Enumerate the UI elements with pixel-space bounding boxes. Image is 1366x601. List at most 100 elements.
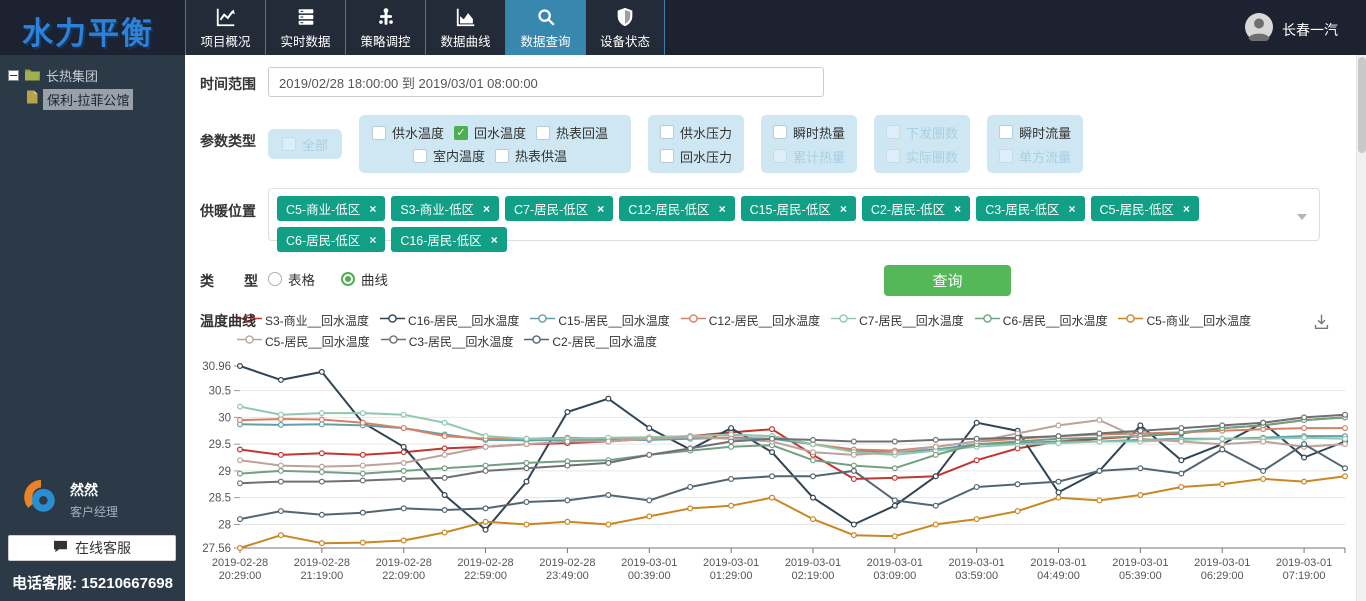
tree-collapse-icon[interactable] [8,70,19,81]
tree-root-label[interactable]: 长热集团 [46,66,98,85]
close-icon[interactable]: × [369,203,376,215]
checkbox-供水压力[interactable]: 供水压力 [660,123,732,142]
location-tag[interactable]: C2-居民-低区× [862,196,970,221]
checkbox-瞬时流量[interactable]: 瞬时流量 [999,123,1071,142]
tree-root-row[interactable]: 长热集团 [8,65,177,85]
svg-text:2019-03-01: 2019-03-01 [703,557,759,569]
nav-tab-2[interactable]: 实时数据 [265,0,345,55]
checkbox-label: 热表供温 [515,146,567,165]
svg-text:30.5: 30.5 [209,386,231,398]
tree-child-row[interactable]: 保利-拉菲公馆 [26,89,177,110]
close-icon[interactable]: × [954,203,961,215]
legend-item[interactable]: C15-居民__回水温度 [530,311,669,329]
close-icon[interactable]: × [1183,203,1190,215]
time-range-input[interactable] [268,67,824,97]
legend-item[interactable]: C16-居民__回水温度 [380,311,519,329]
location-tag-label: S3-商业-低区 [400,199,474,218]
legend-item[interactable]: C5-商业__回水温度 [1118,311,1251,329]
location-tag[interactable]: C6-居民-低区× [277,227,385,252]
checkbox-单方流量: 单方流量 [999,147,1071,166]
checkbox-瞬时热量[interactable]: 瞬时热量 [773,123,845,142]
location-tag[interactable]: C15-居民-低区× [741,196,856,221]
svg-text:2019-03-01: 2019-03-01 [1030,557,1086,569]
chart-section: 温度曲线 S3-商业__回水温度C16-居民__回水温度C15-居民__回水温度… [185,307,1356,601]
query-button[interactable]: 查询 [884,265,1011,296]
location-tag-label: C5-商业-低区 [286,199,360,218]
checkbox-icon[interactable] [773,125,787,139]
nav-tab-5[interactable]: 数据查询 [505,0,585,55]
location-tag-label: C12-居民-低区 [628,199,709,218]
checkbox-icon[interactable] [536,126,550,140]
checkbox-icon[interactable] [999,125,1013,139]
checkbox-供水温度[interactable]: 供水温度 [372,123,454,142]
checkbox-icon[interactable] [495,149,509,163]
location-tag[interactable]: C3-居民-低区 × [976,196,1084,221]
svg-text:20:29:00: 20:29:00 [219,570,262,582]
support-role: 客户经理 [70,503,118,520]
checkbox-icon[interactable] [372,126,386,140]
location-tag[interactable]: C12-居民-低区 × [619,196,734,221]
radio-selected-icon[interactable] [341,272,355,286]
online-service-button[interactable]: 在线客服 [8,535,176,561]
close-icon[interactable]: × [483,203,490,215]
checkbox-icon[interactable] [413,149,427,163]
search-icon [535,5,557,29]
radio-表格[interactable]: 表格 [268,269,315,289]
legend-item[interactable]: C12-居民__回水温度 [681,311,820,329]
legend-item[interactable]: C2-居民__回水温度 [524,332,657,350]
legend-item[interactable]: S3-商业__回水温度 [237,311,369,329]
legend-item[interactable]: C6-居民__回水温度 [975,311,1108,329]
support-logo-icon [22,478,60,521]
legend-label: C5-商业__回水温度 [1146,312,1251,329]
legend-marker-icon [524,332,549,350]
close-icon[interactable]: × [597,203,604,215]
close-icon[interactable]: × [840,203,847,215]
nav-tab-6[interactable]: 设备状态 [585,0,665,55]
nav-tab-3[interactable]: 策略调控 [345,0,425,55]
legend-item[interactable]: C5-居民__回水温度 [237,332,370,350]
svg-text:2019-02-28: 2019-02-28 [212,557,268,569]
location-tag[interactable]: C16-居民-低区× [391,227,506,252]
location-tag-label: C3-居民-低区 [985,199,1059,218]
close-icon[interactable]: × [1069,203,1076,215]
nav-tab-label: 策略调控 [360,31,410,50]
location-tag[interactable]: C5-居民-低区× [1091,196,1199,221]
checkbox-热表供温[interactable]: 热表供温 [495,146,577,165]
svg-text:00:39:00: 00:39:00 [628,570,671,582]
checkbox-室内温度[interactable]: 室内温度 [413,146,495,165]
svg-text:06:29:00: 06:29:00 [1201,570,1244,582]
chat-bubble-icon [53,540,68,556]
checkbox-热表回温[interactable]: 热表回温 [536,123,618,142]
user-area[interactable]: 长春一汽 [1245,13,1338,46]
checkbox-累计热量: 累计热量 [773,147,845,166]
scrollbar-thumb[interactable] [1358,57,1366,153]
legend-item[interactable]: C3-居民__回水温度 [381,332,514,350]
svg-text:05:39:00: 05:39:00 [1119,570,1162,582]
close-icon[interactable]: × [369,234,376,246]
checkbox-checked-icon[interactable]: ✓ [454,126,468,140]
close-icon[interactable]: × [491,234,498,246]
location-tag[interactable]: C5-商业-低区 × [277,196,385,221]
nav-tab-1[interactable]: 项目概况 [185,0,265,55]
download-icon[interactable] [1313,313,1330,335]
radio-曲线[interactable]: 曲线 [341,269,388,289]
page-scrollbar[interactable] [1356,55,1366,601]
location-tag[interactable]: S3-商业-低区 × [391,196,499,221]
location-label: 供暖位置 [200,201,256,221]
checkbox-回水温度[interactable]: ✓回水温度 [454,123,536,142]
view-type-options: 表格 曲线 [268,269,388,289]
radio-icon[interactable] [268,272,282,286]
close-icon[interactable]: × [719,203,726,215]
radio-label: 曲线 [361,269,388,289]
checkbox-icon[interactable] [660,125,674,139]
legend-marker-icon [681,311,706,329]
nav-tab-4[interactable]: 数据曲线 [425,0,505,55]
checkbox-icon[interactable] [660,149,674,163]
chevron-down-icon[interactable] [1297,214,1307,220]
checkbox-回水压力[interactable]: 回水压力 [660,147,732,166]
location-tag[interactable]: C7-居民-低区× [505,196,613,221]
legend-item[interactable]: C7-居民__回水温度 [831,311,964,329]
tree-child-label[interactable]: 保利-拉菲公馆 [43,89,133,110]
temperature-line-chart[interactable]: 30.9630.53029.52928.52827.562019-02-2820… [185,350,1356,601]
location-multiselect[interactable]: C5-商业-低区×S3-商业-低区×C7-居民-低区×C12-居民-低区×C15… [268,188,1320,241]
